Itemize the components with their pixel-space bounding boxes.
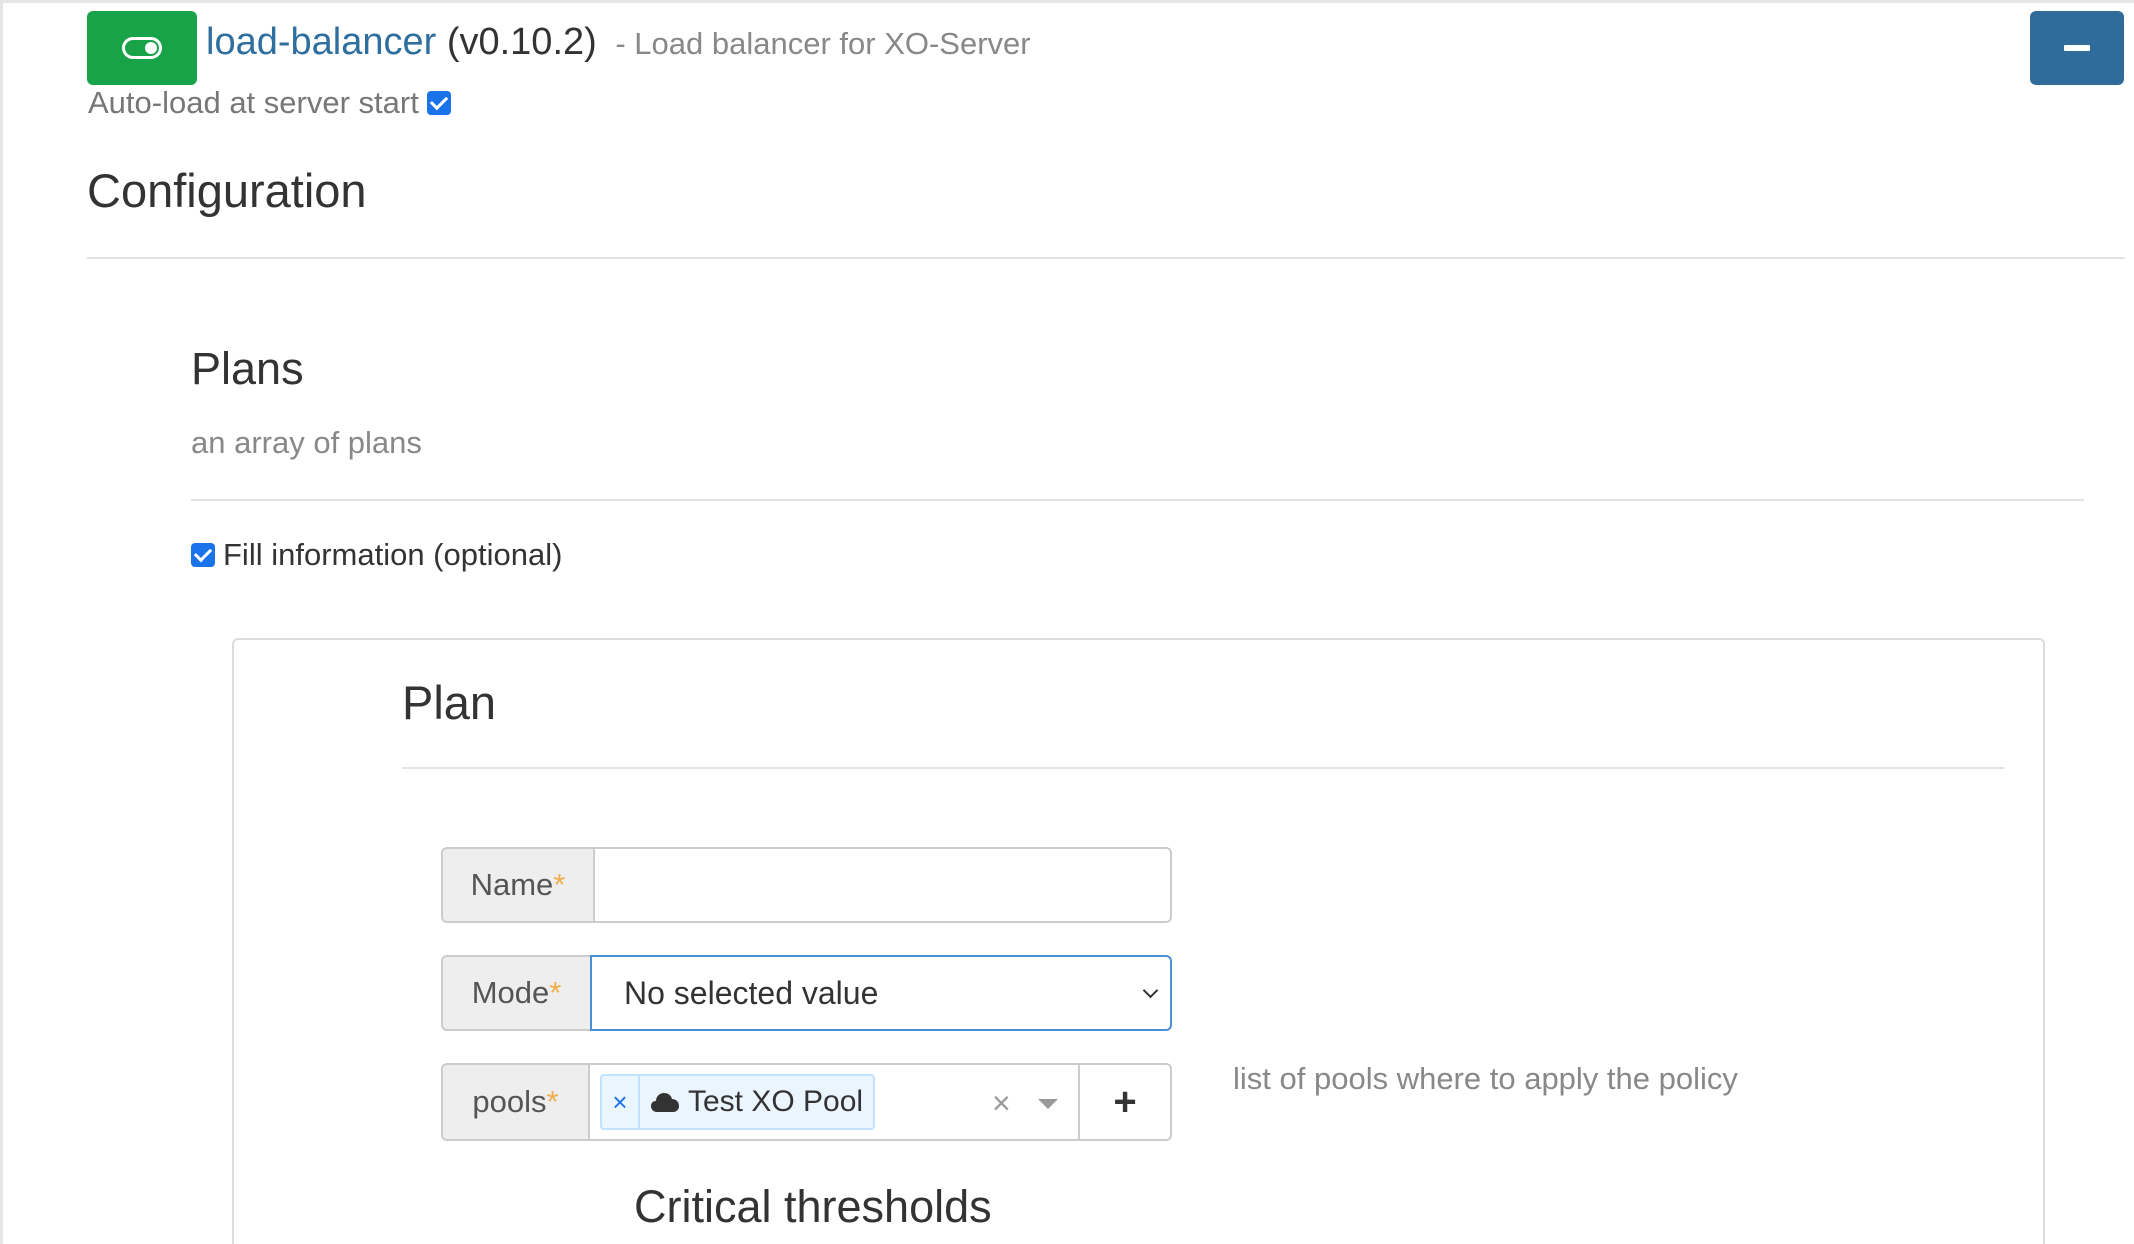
critical-thresholds-title: Critical thresholds	[634, 1181, 992, 1232]
configuration-title: Configuration	[87, 164, 367, 217]
pools-addon: pools *	[441, 1063, 588, 1141]
required-mark: *	[546, 1084, 559, 1119]
name-input-group: Name *	[441, 847, 1172, 923]
name-label: Name	[470, 867, 554, 902]
pool-tag: × Test XO Pool	[600, 1074, 876, 1130]
pools-help-text: list of pools where to apply the policy	[1233, 1061, 1738, 1096]
plugin-description: - Load balancer for XO-Server	[615, 26, 1031, 61]
divider	[87, 257, 2125, 259]
collapse-button[interactable]	[2030, 11, 2124, 85]
clear-icon[interactable]: ×	[992, 1085, 1011, 1122]
divider	[402, 767, 2004, 769]
autoload-row: Auto-load at server start	[88, 85, 451, 121]
pool-tag-content: Test XO Pool	[640, 1085, 873, 1119]
plugin-enable-toggle[interactable]	[87, 11, 197, 85]
plans-description: an array of plans	[191, 425, 422, 460]
autoload-checkbox[interactable]	[426, 91, 451, 115]
plugin-page: load-balancer (v0.10.2) - Load balancer …	[0, 0, 2134, 1244]
divider	[191, 499, 2084, 501]
name-input[interactable]	[593, 847, 1172, 923]
fill-info-row: Fill information (optional)	[191, 537, 562, 573]
caret-down-icon[interactable]	[1038, 1099, 1058, 1109]
toggle-on-icon	[122, 37, 162, 59]
required-mark: *	[553, 867, 566, 902]
chevron-down-icon	[1142, 982, 1159, 999]
plan-title: Plan	[402, 676, 497, 729]
autoload-label: Auto-load at server start	[88, 85, 419, 120]
cloud-icon	[651, 1093, 679, 1112]
add-pool-button[interactable]: +	[1080, 1063, 1172, 1141]
plan-panel	[232, 638, 2045, 1244]
required-mark: *	[549, 975, 562, 1010]
pool-tag-label: Test XO Pool	[688, 1085, 864, 1118]
plans-title: Plans	[191, 343, 304, 394]
mode-input-group: Mode * No selected value	[441, 955, 1172, 1031]
plugin-version: (v0.10.2)	[446, 21, 597, 63]
minus-icon	[2064, 45, 2090, 51]
mode-label: Mode	[471, 975, 550, 1010]
remove-tag-icon[interactable]: ×	[602, 1076, 640, 1128]
plugin-header: load-balancer (v0.10.2) - Load balancer …	[206, 21, 1031, 64]
pools-input-group: pools * × Test XO Pool × +	[441, 1063, 1172, 1141]
mode-select-value: No selected value	[624, 974, 879, 1011]
pools-select[interactable]: × Test XO Pool ×	[588, 1063, 1080, 1141]
mode-addon: Mode *	[441, 955, 590, 1031]
mode-select[interactable]: No selected value	[590, 955, 1172, 1031]
plugin-name: load-balancer	[206, 21, 437, 63]
name-addon: Name *	[441, 847, 593, 923]
fill-info-label: Fill information (optional)	[223, 537, 563, 572]
fill-info-checkbox[interactable]	[191, 543, 215, 567]
pools-label: pools	[472, 1084, 547, 1119]
